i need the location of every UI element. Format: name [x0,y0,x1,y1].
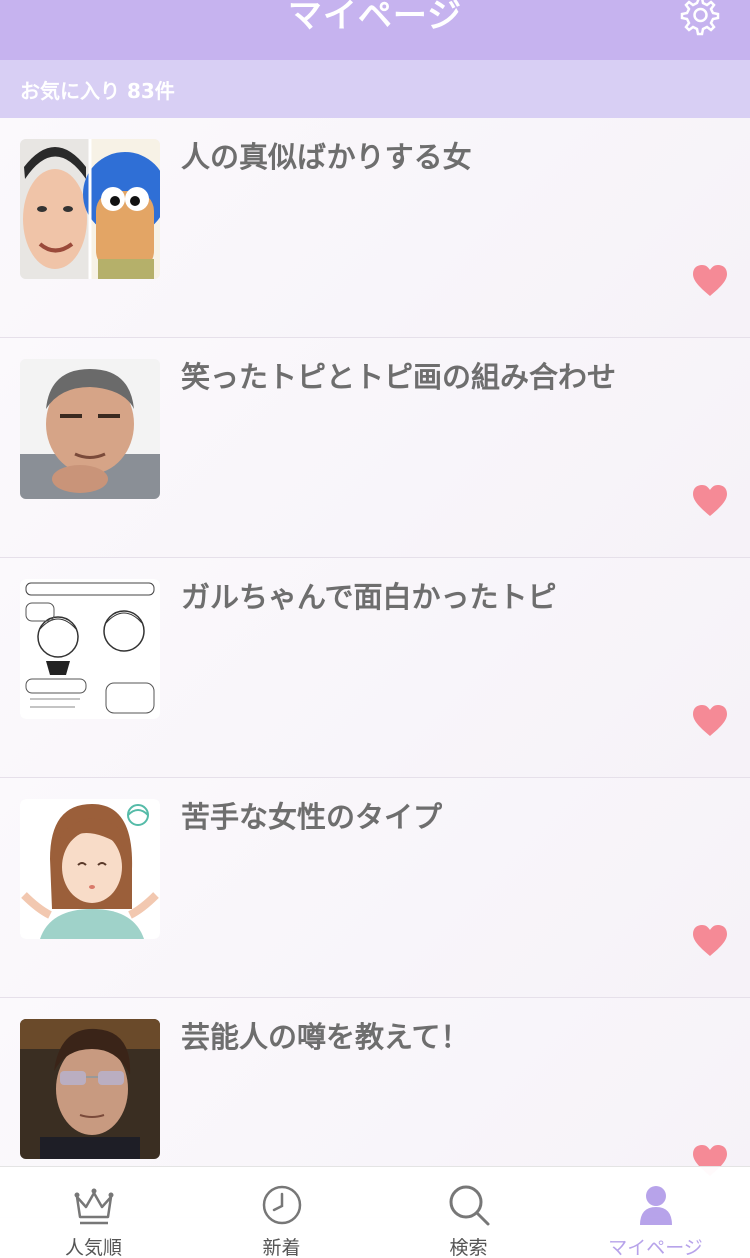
topic-title: 笑ったトピとトピ画の組み合わせ [181,360,617,394]
list-item[interactable]: 苦手な女性のタイプ [0,778,750,998]
clock-icon [262,1185,301,1225]
thumbnail-image [20,139,160,279]
tab-mypage[interactable]: マイページ [562,1167,749,1258]
heart-icon [693,265,727,296]
app-screen: マイページ お気に入り 83件 人の真似ばかりする女 笑ったトピとトピ画の組み合… [0,0,750,1258]
thumbnail-image [20,579,160,719]
tab-label: 新着 [262,1237,301,1258]
topic-title: 苦手な女性のタイプ [181,800,443,834]
tab-search[interactable]: 検索 [375,1167,562,1258]
list-item[interactable]: 人の真似ばかりする女 [0,118,750,338]
tab-label: 人気順 [64,1237,122,1258]
heart-icon [693,485,727,516]
thumbnail-image [20,799,160,939]
topic-title: 芸能人の噂を教えて！ [181,1020,470,1054]
favorite-button[interactable] [692,264,728,298]
heart-icon [693,705,727,736]
favorite-button[interactable] [692,924,728,958]
favorites-count: お気に入り 83件 [20,79,175,103]
thumbnail-image [20,359,160,499]
favorite-button[interactable] [692,704,728,738]
favorites-count-bar: お気に入り 83件 [0,60,750,118]
person-icon [639,1186,672,1225]
thumbnail-image [20,1019,160,1159]
page-title: マイページ [287,0,463,36]
crown-icon [74,1188,113,1225]
favorites-list: 人の真似ばかりする女 笑ったトピとトピ画の組み合わせ ガルちゃんで面白かったトピ… [0,118,750,1218]
tab-new[interactable]: 新着 [188,1167,375,1258]
heart-icon [693,925,727,956]
tab-label: 検索 [449,1237,488,1258]
tab-label: マイページ [608,1237,703,1258]
gear-icon [680,0,720,36]
search-icon [449,1185,489,1226]
tab-ranking[interactable]: 人気順 [0,1167,187,1258]
navigation-bar: マイページ [0,0,750,60]
topic-title: ガルちゃんで面白かったトピ [181,580,557,614]
list-item[interactable]: ガルちゃんで面白かったトピ [0,558,750,778]
settings-button[interactable] [676,0,722,38]
favorite-button[interactable] [692,484,728,518]
tab-bar: 人気順 新着 検索 マイページ [0,1166,750,1258]
topic-title: 人の真似ばかりする女 [181,140,472,174]
list-item[interactable]: 笑ったトピとトピ画の組み合わせ [0,338,750,558]
